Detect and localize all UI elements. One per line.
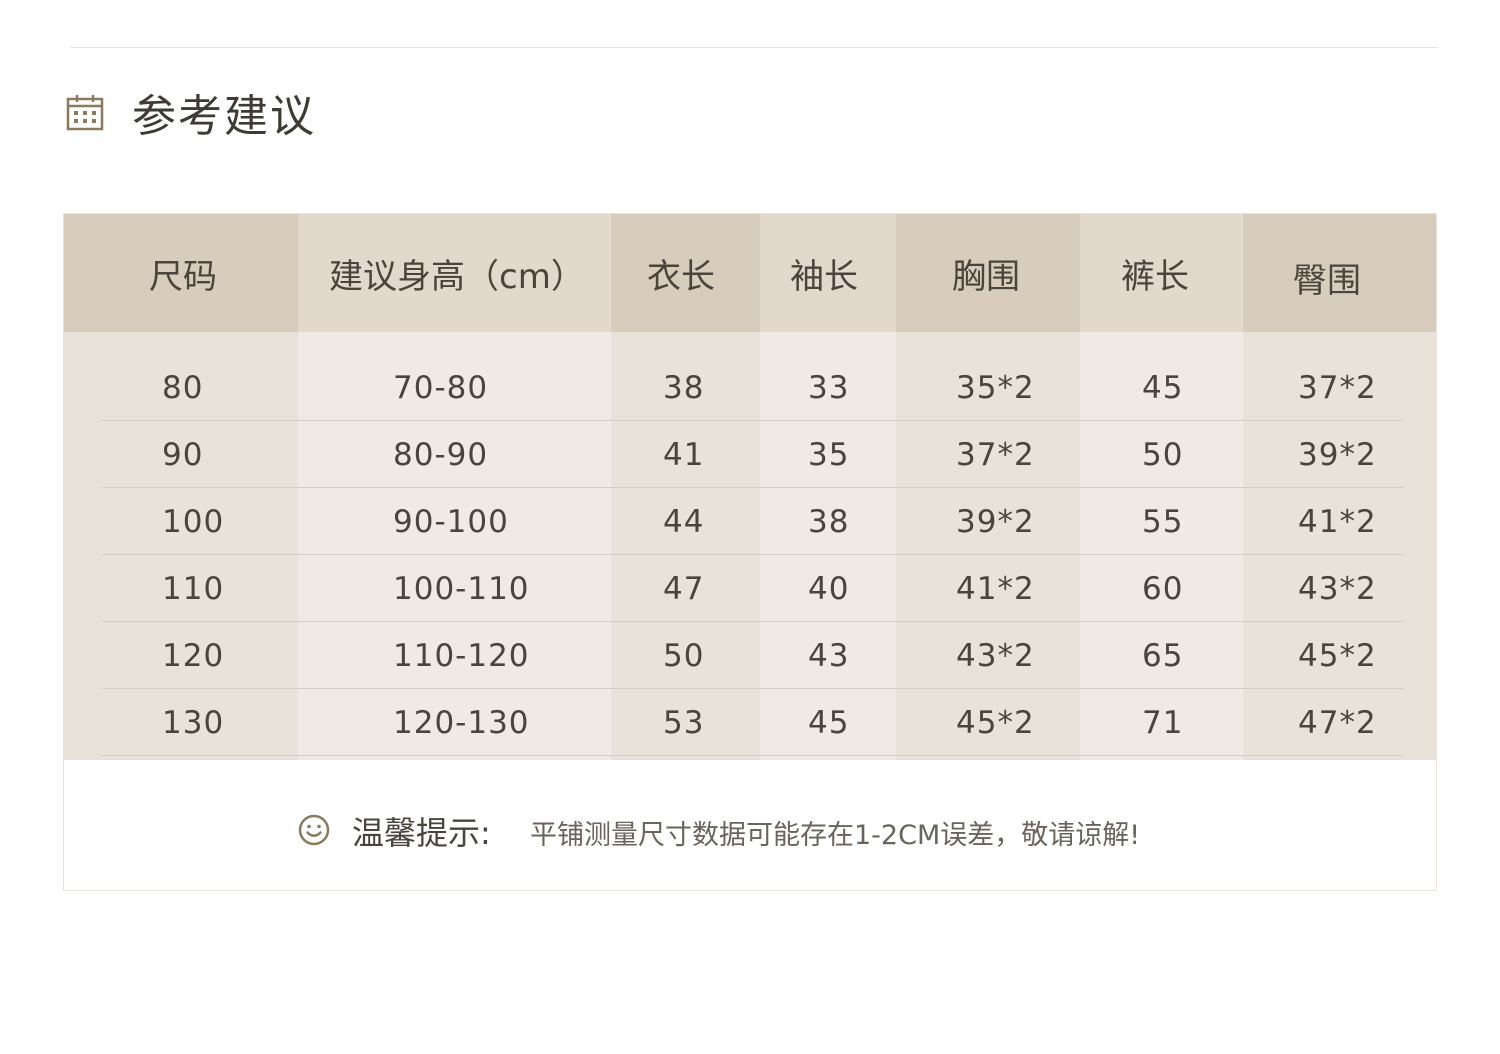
cell-sleeve: 33 [808, 369, 850, 406]
tip-note: 温馨提示: 平铺测量尺寸数据可能存在1-2CM误差，敬请谅解! [64, 800, 1436, 860]
cell-size: 110 [162, 570, 225, 607]
cell-pants: 55 [1142, 503, 1184, 540]
cell-size: 120 [162, 637, 225, 674]
cell-pants: 50 [1142, 436, 1184, 473]
cell-length: 44 [663, 503, 705, 540]
cell-pants: 45 [1142, 369, 1184, 406]
cell-chest: 43*2 [956, 637, 1035, 674]
table-row: 130 120-130 53 45 45*2 71 47*2 [64, 689, 1436, 756]
header-pants: 裤长 [1121, 256, 1189, 297]
header-size: 尺码 [149, 256, 217, 297]
cell-chest: 37*2 [956, 436, 1035, 473]
section-header: 参考建议 [66, 82, 316, 142]
cell-hip: 39*2 [1298, 436, 1377, 473]
cell-length: 53 [663, 704, 705, 741]
cell-height: 80-90 [393, 436, 489, 473]
smile-icon [298, 814, 330, 846]
cell-sleeve: 45 [808, 704, 850, 741]
cell-pants: 71 [1142, 704, 1184, 741]
cell-size: 100 [162, 503, 225, 540]
table-row: 90 80-90 41 35 37*2 50 39*2 [64, 421, 1436, 488]
table-header-row: 尺码 建议身高（cm） 衣长 袖长 胸围 裤长 臀围 [64, 214, 1436, 332]
cell-hip: 43*2 [1298, 570, 1377, 607]
cell-height: 70-80 [393, 369, 489, 406]
cell-size: 130 [162, 704, 225, 741]
cell-size: 90 [162, 436, 204, 473]
header-height: 建议身高（cm） [329, 256, 585, 297]
cell-length: 47 [663, 570, 705, 607]
top-divider [70, 47, 1438, 48]
calendar-icon [66, 95, 104, 131]
header-sleeve: 袖长 [790, 256, 858, 297]
cell-sleeve: 43 [808, 637, 850, 674]
cell-length: 41 [663, 436, 705, 473]
cell-hip: 45*2 [1298, 637, 1377, 674]
cell-hip: 47*2 [1298, 704, 1377, 741]
cell-height: 90-100 [393, 503, 509, 540]
table-row: 120 110-120 50 43 43*2 65 45*2 [64, 622, 1436, 689]
cell-chest: 41*2 [956, 570, 1035, 607]
tip-text: 平铺测量尺寸数据可能存在1-2CM误差，敬请谅解! [530, 820, 1141, 851]
cell-length: 38 [663, 369, 705, 406]
cell-sleeve: 35 [808, 436, 850, 473]
cell-pants: 65 [1142, 637, 1184, 674]
cell-height: 120-130 [393, 704, 530, 741]
cell-length: 50 [663, 637, 705, 674]
cell-pants: 60 [1142, 570, 1184, 607]
table-row: 100 90-100 44 38 39*2 55 41*2 [64, 488, 1436, 555]
cell-hip: 37*2 [1298, 369, 1377, 406]
cell-sleeve: 40 [808, 570, 850, 607]
header-hip: 臀围 [1293, 260, 1361, 301]
section-title: 参考建议 [132, 91, 316, 142]
header-chest: 胸围 [952, 256, 1020, 297]
cell-chest: 45*2 [956, 704, 1035, 741]
cell-chest: 35*2 [956, 369, 1035, 406]
header-length: 衣长 [647, 256, 715, 297]
table-row: 110 100-110 47 40 41*2 60 43*2 [64, 555, 1436, 622]
table-row: 80 70-80 38 33 35*2 45 37*2 [64, 354, 1436, 421]
cell-height: 100-110 [393, 570, 530, 607]
cell-hip: 41*2 [1298, 503, 1377, 540]
cell-chest: 39*2 [956, 503, 1035, 540]
size-table: 尺码 建议身高（cm） 衣长 袖长 胸围 裤长 臀围 80 70-80 38 3… [63, 213, 1437, 891]
cell-height: 110-120 [393, 637, 530, 674]
cell-sleeve: 38 [808, 503, 850, 540]
table-body: 80 70-80 38 33 35*2 45 37*2 90 80-90 41 … [64, 354, 1436, 756]
cell-size: 80 [162, 369, 204, 406]
tip-label: 温馨提示: [352, 814, 491, 852]
